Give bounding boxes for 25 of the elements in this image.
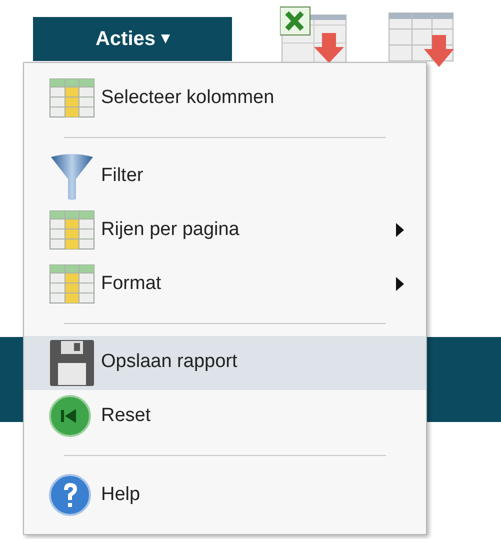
table-icon bbox=[49, 264, 95, 304]
actions-button[interactable]: Acties ▾ bbox=[33, 17, 232, 61]
menu-item[interactable]: Format bbox=[24, 257, 426, 311]
caret-icon: ▾ bbox=[162, 27, 170, 51]
menu-item-label: Format bbox=[101, 272, 162, 296]
menu-item-label: Opslaan rapport bbox=[101, 350, 238, 374]
menu-item[interactable]: Reset bbox=[24, 390, 426, 444]
menu-item-label: Filter bbox=[101, 164, 144, 188]
button-label: Acties bbox=[95, 27, 156, 52]
menu-item[interactable]: Selecteer kolommen bbox=[24, 71, 426, 125]
help-icon bbox=[49, 474, 91, 516]
menu-item-label: Reset bbox=[101, 404, 152, 428]
menu-item-label: Rijen per pagina bbox=[101, 218, 240, 242]
funnel-icon bbox=[49, 152, 95, 201]
menu-item-label: Help bbox=[101, 482, 142, 507]
rewind-icon bbox=[49, 395, 91, 438]
menu-item[interactable]: Opslaan rapport bbox=[24, 336, 426, 390]
table-icon bbox=[49, 210, 95, 250]
submenu-arrow-icon bbox=[396, 223, 404, 238]
menu-item[interactable]: Filter bbox=[24, 150, 426, 204]
submenu-arrow-icon bbox=[396, 277, 404, 292]
menu-item[interactable]: Rijen per pagina bbox=[24, 203, 426, 258]
menu-item-label: Selecteer kolommen bbox=[101, 86, 276, 110]
table-icon bbox=[49, 78, 95, 118]
menu-item[interactable]: Help bbox=[24, 468, 426, 522]
